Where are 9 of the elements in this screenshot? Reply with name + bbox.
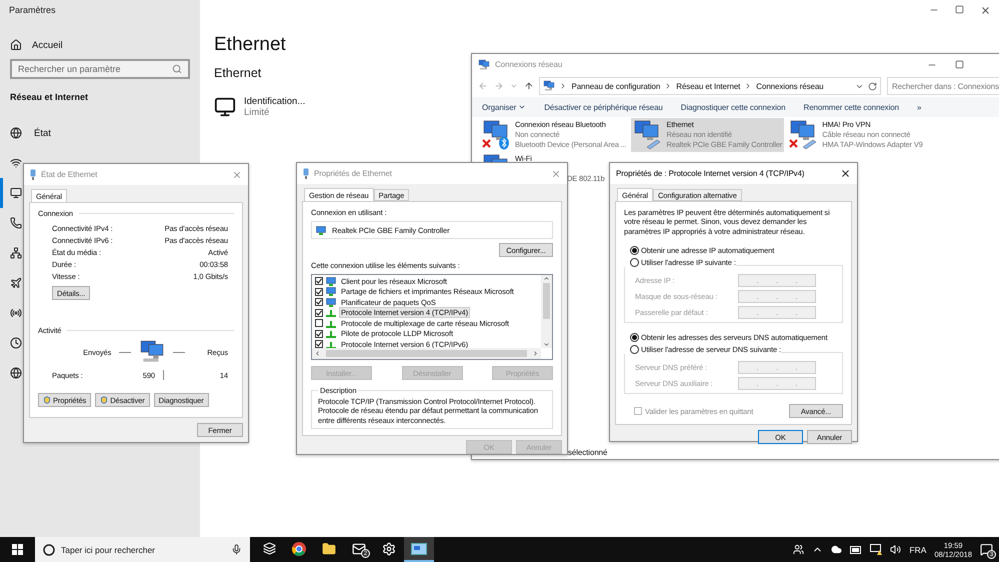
page-title: Ethernet <box>214 34 287 56</box>
section-title: Ethernet <box>214 66 262 80</box>
window-title: Propriétés de Ethernet <box>314 169 393 178</box>
app-title: Paramètres <box>9 5 57 15</box>
status-text: sélectionné <box>568 448 608 456</box>
window-title: Connexions réseau <box>495 60 564 69</box>
window-title: État de Ethernet <box>41 170 98 179</box>
section-heading: Réseau et Internet <box>10 92 90 102</box>
window-title: Propriétés de : Protocole Internet version 4 (TCP/IPv4) <box>616 169 806 178</box>
